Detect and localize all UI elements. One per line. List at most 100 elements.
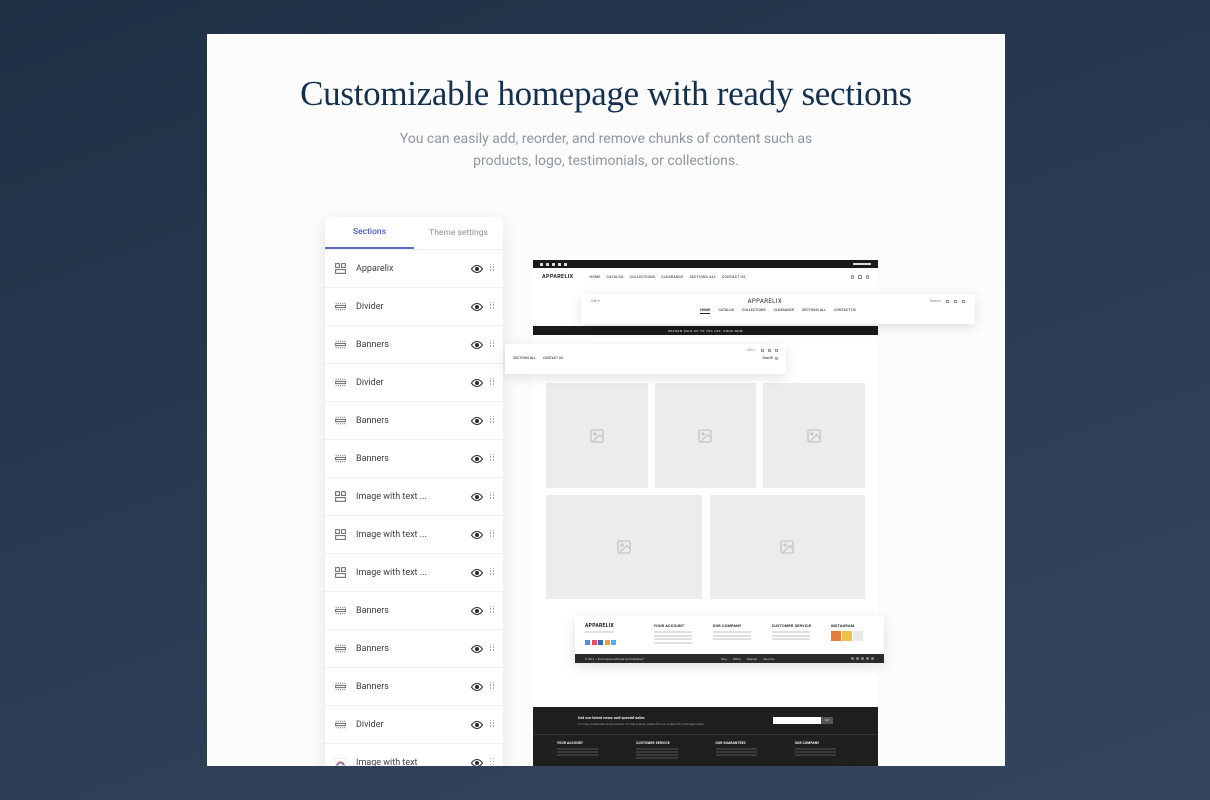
- footer-col-title: INSTAGRAM: [831, 623, 874, 628]
- visibility-toggle-icon[interactable]: [471, 719, 483, 731]
- social-icons: [851, 657, 874, 660]
- drag-handle-icon[interactable]: [490, 568, 495, 578]
- drag-handle-icon[interactable]: [490, 758, 495, 766]
- nav-link: CLEARANCE: [661, 275, 683, 279]
- divider-icon: [334, 680, 347, 693]
- divider-icon: [334, 414, 347, 427]
- section-label: Image with text: [356, 758, 471, 766]
- nav-link: COLLECTIONS: [742, 308, 766, 314]
- footer-col-title: CUSTOMER SERVICE: [772, 623, 820, 628]
- footer-col-title: YOUR ACCOUNT: [654, 623, 702, 628]
- visibility-toggle-icon[interactable]: [471, 567, 483, 579]
- section-row[interactable]: Banners: [325, 668, 503, 706]
- divider-icon: [334, 300, 347, 313]
- headline: Customizable homepage with ready section…: [207, 74, 1005, 114]
- visibility-toggle-icon[interactable]: [471, 491, 483, 503]
- drag-handle-icon[interactable]: [490, 454, 495, 464]
- visibility-toggle-icon[interactable]: [471, 681, 483, 693]
- drag-handle-icon[interactable]: [490, 264, 495, 274]
- visibility-toggle-icon[interactable]: [471, 529, 483, 541]
- nav-link: COLLECTIONS: [630, 275, 656, 279]
- nav-link: CATALOG: [606, 275, 623, 279]
- drag-handle-icon[interactable]: [490, 378, 495, 388]
- visibility-toggle-icon[interactable]: [471, 757, 483, 766]
- section-row[interactable]: Banners: [325, 592, 503, 630]
- section-row[interactable]: Banners: [325, 402, 503, 440]
- panel-tabs: Sections Theme settings: [325, 217, 503, 250]
- section-label: Banners: [356, 682, 471, 692]
- divider-icon: [334, 376, 347, 389]
- search-label: Search: [762, 356, 773, 360]
- section-row[interactable]: Divider: [325, 288, 503, 326]
- section-label: Divider: [356, 720, 471, 730]
- section-row[interactable]: Divider: [325, 706, 503, 744]
- section-label: Divider: [356, 302, 471, 312]
- section-row[interactable]: Image with text ...: [325, 554, 503, 592]
- section-label: Banners: [356, 416, 471, 426]
- drag-handle-icon[interactable]: [490, 416, 495, 426]
- search-icon: [946, 300, 949, 303]
- drag-handle-icon[interactable]: [490, 530, 495, 540]
- footer-variant-light: APPARELIX YOUR ACCOUNT OUR COMPANY CUSTO…: [575, 616, 884, 663]
- visibility-toggle-icon[interactable]: [471, 453, 483, 465]
- section-row[interactable]: Image with text ...: [325, 478, 503, 516]
- preview-homepage: APPARELIX HOMECATALOGCOLLECTIONSCLEARANC…: [533, 260, 878, 766]
- header-util-icons: [851, 275, 870, 279]
- header-nav: HOMECATALOGCOLLECTIONSCLEARANCESECTIONS …: [581, 308, 975, 314]
- drag-handle-icon[interactable]: [490, 492, 495, 502]
- email-input[interactable]: [773, 717, 821, 724]
- visibility-toggle-icon[interactable]: [471, 643, 483, 655]
- visibility-toggle-icon[interactable]: [471, 263, 483, 275]
- drag-handle-icon[interactable]: [490, 606, 495, 616]
- brand-logo: APPARELIX: [542, 274, 573, 280]
- header-variant-centered: Call ▾ APPARELIX Search HOMECATALOGCOLLE…: [581, 294, 975, 324]
- footer-link: Sitemap: [747, 657, 757, 661]
- footer-col-title: CUSTOMER SERVICE: [636, 741, 695, 745]
- drag-handle-icon[interactable]: [490, 720, 495, 730]
- section-label: Image with text ...: [356, 530, 471, 540]
- nav-link: CLEARANCE: [774, 308, 794, 314]
- header-variant-minimal: USD ▾ SECTIONS ALLCONTACT US Search: [505, 344, 786, 374]
- visibility-toggle-icon[interactable]: [471, 605, 483, 617]
- banner-placeholder: [763, 383, 865, 488]
- drag-handle-icon[interactable]: [490, 644, 495, 654]
- section-row[interactable]: Banners: [325, 630, 503, 668]
- section-row[interactable]: Image with text ...: [325, 516, 503, 554]
- visibility-toggle-icon[interactable]: [471, 415, 483, 427]
- section-row[interactable]: Banners: [325, 326, 503, 364]
- tab-sections[interactable]: Sections: [325, 217, 414, 249]
- footer-col-title: OUR COMPANY: [713, 623, 761, 628]
- footer-link: About Us: [763, 657, 774, 661]
- drag-handle-icon[interactable]: [490, 302, 495, 312]
- drag-handle-icon[interactable]: [490, 682, 495, 692]
- section-row[interactable]: Image with text: [325, 744, 503, 766]
- social-icons: [585, 640, 643, 645]
- subscribe-button[interactable]: GO: [821, 717, 833, 724]
- section-row[interactable]: Apparelix: [325, 250, 503, 288]
- user-icon: [954, 300, 957, 303]
- layout-icon: [334, 262, 347, 275]
- drag-handle-icon[interactable]: [490, 340, 495, 350]
- promo-bar: SEASON SALE UP TO 70% OFF. SHOP NOW: [533, 326, 878, 335]
- nav-link: CONTACT US: [722, 275, 746, 279]
- instagram-grid: [831, 631, 863, 641]
- section-row[interactable]: Divider: [325, 364, 503, 402]
- tab-theme-settings[interactable]: Theme settings: [414, 217, 503, 249]
- search-icon: [851, 275, 855, 279]
- divider-icon: [334, 338, 347, 351]
- visibility-toggle-icon[interactable]: [471, 339, 483, 351]
- user-icon: [858, 275, 862, 279]
- visibility-toggle-icon[interactable]: [471, 301, 483, 313]
- section-label: Apparelix: [356, 264, 471, 274]
- section-label: Banners: [356, 606, 471, 616]
- banner-grid-3col: [546, 383, 865, 488]
- search-icon: [775, 357, 778, 360]
- banner-placeholder: [710, 495, 866, 599]
- header-nav: SECTIONS ALLCONTACT US Search: [505, 356, 786, 360]
- nav-link: SECTIONS ALL: [689, 275, 716, 279]
- section-label: Divider: [356, 378, 471, 388]
- preview-topbar: [533, 260, 878, 268]
- banner-placeholder: [655, 383, 757, 488]
- section-row[interactable]: Banners: [325, 440, 503, 478]
- visibility-toggle-icon[interactable]: [471, 377, 483, 389]
